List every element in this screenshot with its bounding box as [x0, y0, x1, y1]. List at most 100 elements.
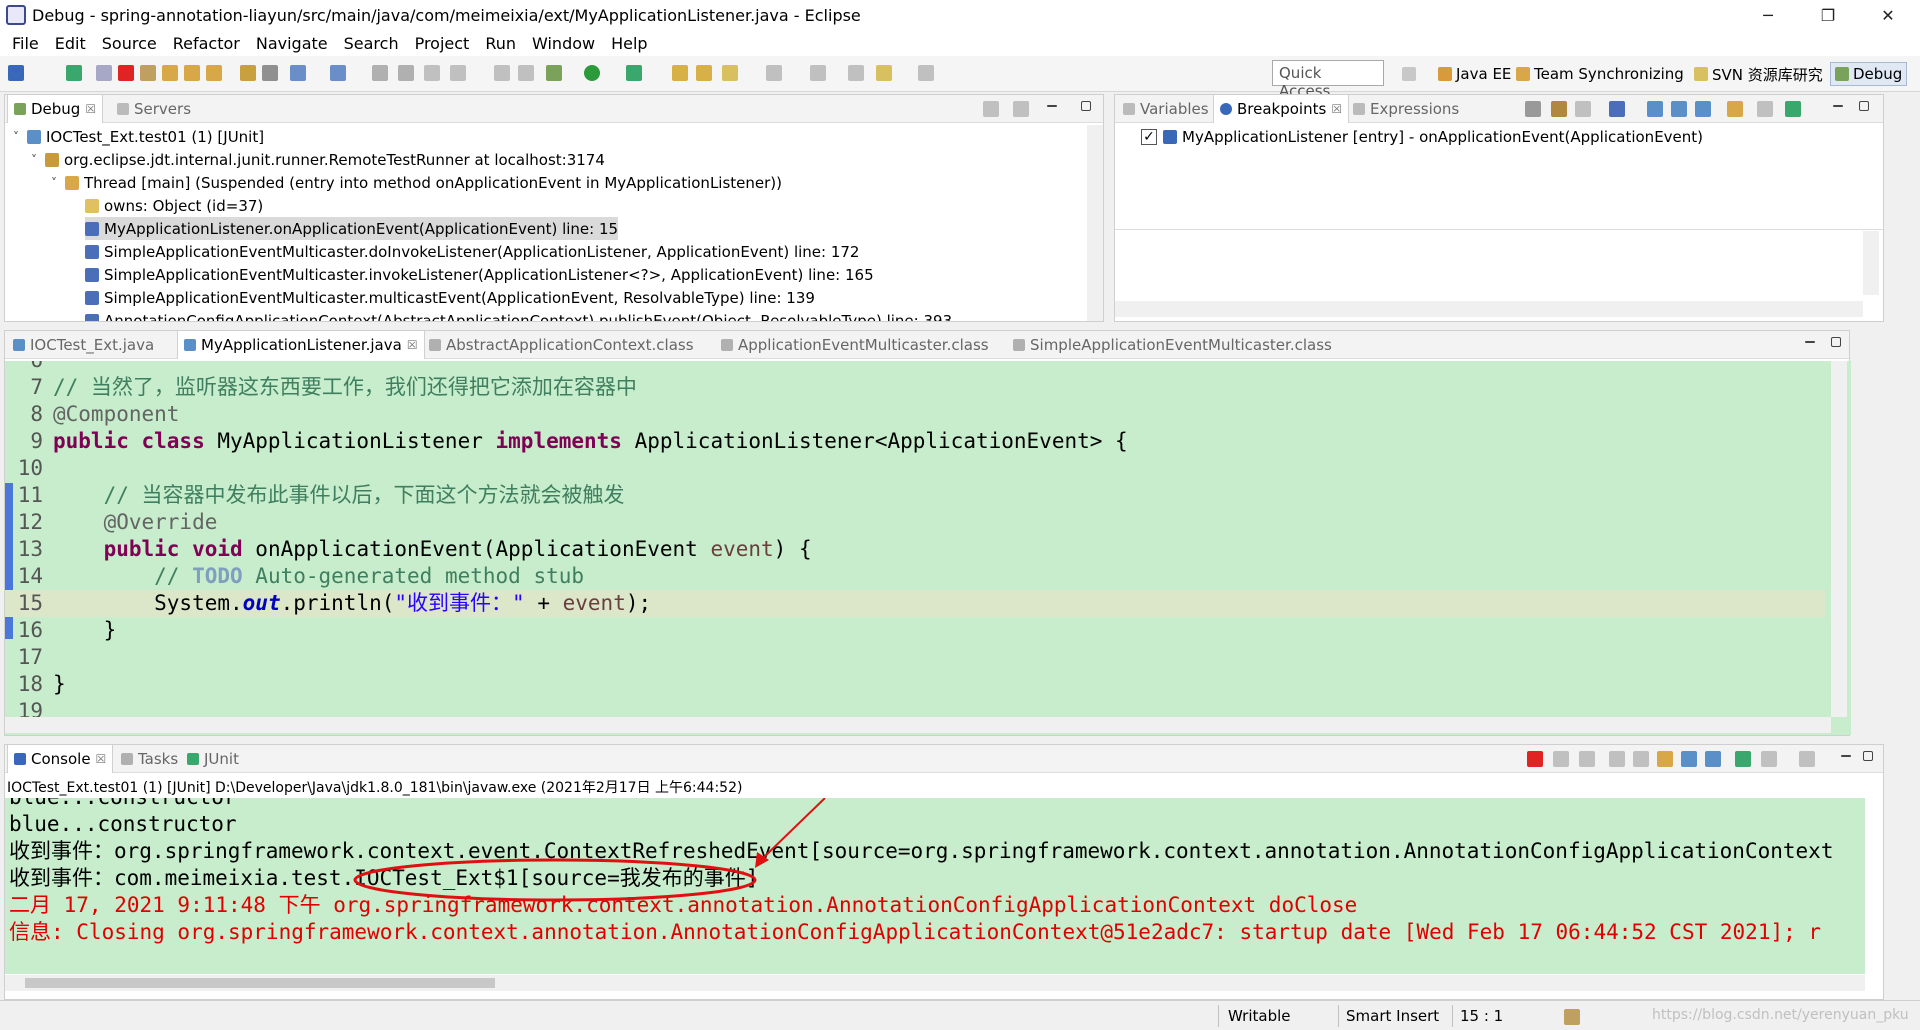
console-hscrollbar[interactable]	[5, 975, 1865, 991]
open-folder-icon[interactable]	[672, 65, 688, 81]
editor-tab-myapplicationlistener[interactable]: MyApplicationListener.java ☒	[177, 331, 425, 359]
close-tab-icon[interactable]: ☒	[1331, 102, 1342, 116]
menu-project[interactable]: Project	[407, 34, 478, 53]
step-into-icon[interactable]	[162, 65, 178, 81]
annotation-prev-icon[interactable]	[810, 65, 826, 81]
terminate-icon[interactable]	[118, 65, 134, 81]
use-step-filters-icon[interactable]	[262, 65, 278, 81]
tab-tasks[interactable]: Tasks	[115, 745, 184, 773]
last-edit-icon[interactable]	[848, 65, 864, 81]
tab-console[interactable]: Console ☒	[7, 745, 114, 773]
tab-junit[interactable]: JUnit	[181, 745, 245, 773]
perspective-java-ee[interactable]: Java EE	[1434, 62, 1515, 86]
tab-expressions[interactable]: Expressions	[1347, 95, 1465, 123]
copy-icon[interactable]	[398, 65, 414, 81]
close-tab-icon[interactable]: ☒	[407, 338, 418, 352]
link-with-debug-view-icon[interactable]	[1695, 101, 1711, 117]
open-perspective-button[interactable]	[1398, 62, 1420, 86]
stack-frame[interactable]: AnnotationConfigApplicationContext(Abstr…	[85, 309, 952, 321]
menu-source[interactable]: Source	[94, 34, 165, 53]
code-line[interactable]: 6	[5, 361, 1825, 374]
line-number[interactable]: 15	[5, 590, 47, 617]
code-line[interactable]: 14 // TODO Auto-generated method stub	[5, 563, 1825, 590]
code-line[interactable]: 10	[5, 455, 1825, 482]
stack-frame-selected[interactable]: MyApplicationListener.onApplicationEvent…	[85, 217, 619, 240]
maximize-view-icon[interactable]	[1859, 101, 1869, 111]
tree-item-monitor[interactable]: owns: Object (id=37)	[85, 194, 263, 217]
menu-file[interactable]: File	[4, 34, 47, 53]
show-on-stderr-icon[interactable]	[1705, 751, 1721, 767]
maximize-editor-icon[interactable]	[1831, 337, 1841, 347]
editor-tab-ioctest[interactable]: IOCTest_Ext.java	[7, 331, 160, 359]
line-number[interactable]: 7	[5, 374, 47, 401]
close-tab-icon[interactable]: ☒	[85, 102, 96, 116]
code-line[interactable]: 8 @Component	[5, 401, 1825, 428]
open-console-icon[interactable]	[1799, 751, 1815, 767]
progress-icon[interactable]	[1564, 1009, 1580, 1025]
clear-console-icon[interactable]	[1609, 751, 1625, 767]
editor-tab-applicationeventmulticaster[interactable]: ApplicationEventMulticaster.class	[715, 331, 995, 359]
show-supported-icon[interactable]	[1575, 101, 1591, 117]
detail-pane-scrollbar[interactable]	[1863, 231, 1879, 295]
add-java-exception-breakpoint-icon[interactable]	[1785, 101, 1801, 117]
toggle-breakpoint-icon[interactable]	[424, 65, 440, 81]
remove-breakpoint-icon[interactable]	[1525, 101, 1541, 117]
code-line[interactable]: 15 System.out.println("收到事件：" + event);	[5, 590, 1825, 617]
toggle-mark-icon[interactable]	[494, 65, 510, 81]
minimize-view-icon[interactable]	[1833, 105, 1843, 107]
code-area[interactable]: 67// 当然了，监听器这东西要工作，我们还得把它添加在容器中8@Compone…	[5, 361, 1851, 735]
code-line[interactable]: 11 // 当容器中发布此事件以后，下面这个方法就会被触发	[5, 482, 1825, 509]
detail-pane-hscrollbar[interactable]	[1115, 301, 1863, 317]
minimize-view-icon[interactable]	[1841, 755, 1851, 757]
remove-all-breakpoints-icon[interactable]	[1551, 101, 1567, 117]
menu-run[interactable]: Run	[477, 34, 524, 53]
breakpoint-item[interactable]: ✓ MyApplicationListener [entry] - onAppl…	[1141, 125, 1703, 148]
line-number[interactable]: 14	[5, 563, 47, 590]
expand-all-icon[interactable]	[1647, 101, 1663, 117]
back-icon[interactable]	[876, 65, 892, 81]
menu-help[interactable]: Help	[603, 34, 655, 53]
forward-icon[interactable]	[918, 65, 934, 81]
collapse-all-icon[interactable]	[1671, 101, 1687, 117]
scroll-lock-icon[interactable]	[1633, 751, 1649, 767]
chevron-down-icon[interactable]: ˅	[51, 176, 65, 190]
close-tab-icon[interactable]: ☒	[96, 752, 107, 766]
print-icon[interactable]	[372, 65, 388, 81]
new-icon[interactable]	[290, 65, 306, 81]
display-selected-console-icon[interactable]	[1761, 751, 1777, 767]
disconnect-icon[interactable]	[140, 65, 156, 81]
terminate-icon[interactable]	[1527, 751, 1543, 767]
suspend-icon[interactable]	[96, 65, 112, 81]
line-number[interactable]: 8	[5, 401, 47, 428]
menu-window[interactable]: Window	[524, 34, 603, 53]
perspective-svn[interactable]: SVN 资源库研究	[1690, 62, 1827, 86]
maximize-view-icon[interactable]	[1863, 751, 1873, 761]
tree-item-thread[interactable]: ˅ Thread [main] (Suspended (entry into me…	[51, 171, 782, 194]
line-number[interactable]: 9	[5, 428, 47, 455]
code-line[interactable]: 18}	[5, 671, 1825, 698]
open-type-icon[interactable]	[330, 65, 346, 81]
editor-hscrollbar[interactable]	[5, 717, 1831, 733]
skip-all-breakpoints-icon[interactable]	[1727, 101, 1743, 117]
line-number[interactable]: 11	[5, 482, 47, 509]
maximize-button[interactable]: ❐	[1800, 0, 1856, 30]
line-number[interactable]: 16	[5, 617, 47, 644]
tab-servers[interactable]: Servers	[111, 95, 197, 123]
quick-access-input[interactable]: Quick Access	[1272, 60, 1384, 100]
tab-debug[interactable]: Debug ☒	[7, 95, 104, 123]
editor-tab-simpleapplicationeventmulticaster[interactable]: SimpleApplicationEventMulticaster.class	[1007, 331, 1338, 359]
chevron-down-icon[interactable]: ˅	[13, 130, 27, 144]
code-line[interactable]: 9 public class MyApplicationListener impl…	[5, 428, 1825, 455]
line-number[interactable]: 13	[5, 536, 47, 563]
line-number[interactable]: 10	[5, 455, 47, 482]
perspective-debug[interactable]: Debug	[1830, 62, 1908, 86]
stack-frame[interactable]: SimpleApplicationEventMulticaster.multic…	[85, 286, 815, 309]
code-line[interactable]: 13 public void onApplicationEvent(Applic…	[5, 536, 1825, 563]
tree-item-launch[interactable]: ˅ IOCTest_Ext.test01 (1) [JUnit]	[13, 125, 264, 148]
debug-icon[interactable]	[546, 65, 562, 81]
breakpoint-checkbox[interactable]: ✓	[1141, 128, 1157, 145]
view-menu-icon[interactable]	[1757, 101, 1773, 117]
code-line[interactable]: 7// 当然了，监听器这东西要工作，我们还得把它添加在容器中	[5, 374, 1825, 401]
word-wrap-icon[interactable]	[1657, 751, 1673, 767]
line-number[interactable]: 18	[5, 671, 47, 698]
